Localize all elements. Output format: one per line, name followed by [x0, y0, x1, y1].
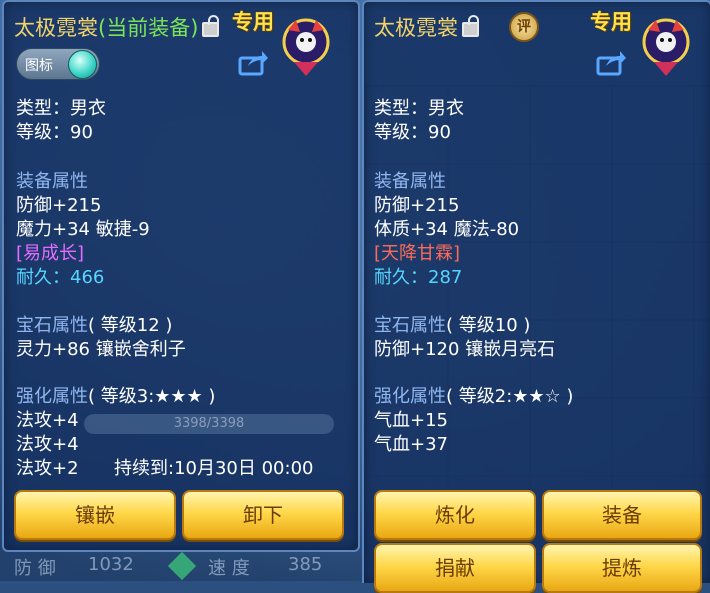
unequip-button[interactable]: 卸下: [182, 490, 344, 540]
rate-icon[interactable]: 评: [509, 12, 539, 42]
gem-attr: 防御+120 镶嵌月亮石: [374, 339, 556, 360]
share-icon[interactable]: [596, 50, 626, 76]
current-equipped-tag: (当前装备): [98, 16, 199, 40]
share-icon[interactable]: [238, 50, 268, 76]
item-title: 太极霓裳: [374, 12, 479, 42]
exclusive-badge: 专用: [232, 10, 274, 34]
defense-label: 防 御: [14, 558, 56, 579]
enh-header: 强化属性: [374, 386, 446, 407]
enh-level: ( 等级3:★★★ ): [88, 386, 216, 407]
refine-button[interactable]: 炼化: [374, 490, 536, 540]
attr-header: 装备属性: [374, 171, 446, 192]
enh-header: 强化属性: [16, 386, 88, 407]
special-effect: [易成长]: [16, 243, 85, 264]
attr-line-1: 防御+215: [374, 195, 460, 216]
enh-line-2: 气血+37: [374, 434, 448, 455]
defense-value: 1032: [88, 554, 134, 575]
gem-attr: 灵力+86 镶嵌舍利子: [16, 339, 186, 360]
inlay-button[interactable]: 镶嵌: [14, 490, 176, 540]
item-level: 等级：90: [16, 122, 93, 143]
toggle-knob: [68, 50, 97, 79]
character-avatar-icon: [282, 18, 330, 76]
exclusive-badge: 专用: [590, 10, 632, 34]
enh-expire: 持续到:10月30日 00:00: [114, 458, 314, 479]
item-type: 类型：男衣: [16, 98, 106, 119]
attr-line-2: 体质+34 魔法-80: [374, 219, 520, 240]
unlock-icon[interactable]: [462, 15, 479, 37]
durability-label: 耐久：: [16, 267, 70, 288]
enh-line-1: 气血+15: [374, 410, 448, 431]
speed-icon: [167, 551, 197, 581]
unlock-icon[interactable]: [202, 15, 220, 37]
enh-line-1: 法攻+4: [16, 410, 79, 431]
gem-level: ( 等级12 ): [88, 315, 173, 336]
speed-value: 385: [288, 554, 323, 575]
special-effect: [天降甘霖]: [374, 243, 461, 264]
extract-button[interactable]: 提炼: [542, 543, 702, 593]
equip-button[interactable]: 装备: [542, 490, 702, 540]
item-name: 太极霓裳: [14, 16, 98, 40]
durability: 耐久：287: [374, 267, 462, 289]
background-bar: 3398/3398: [84, 414, 334, 434]
background-bar-text: 3398/3398: [173, 416, 245, 431]
attr-line-2: 魔力+34 敏捷-9: [16, 219, 150, 240]
attr-header: 装备属性: [16, 171, 88, 192]
enh-row: 强化属性( 等级2:★★☆ ): [374, 386, 573, 408]
durability: 耐久：466: [16, 267, 104, 289]
item-name: 太极霓裳: [374, 16, 458, 40]
compare-equipment-panel: 太极霓裳 评 专用 类型：男衣 等级：90 装备属性 防御+215 体质+34 …: [362, 0, 710, 593]
item-title: 太极霓裳(当前装备): [14, 12, 220, 42]
gem-header: 宝石属性: [16, 315, 88, 336]
gem-level: ( 等级10 ): [446, 315, 531, 336]
icon-toggle[interactable]: 图标: [16, 48, 100, 80]
bottom-stats-strip: 防 御 1032 速 度 385: [0, 548, 358, 581]
durability-value: 466: [70, 267, 105, 288]
enh-row: 强化属性( 等级3:★★★ ): [16, 386, 215, 408]
gem-row: 宝石属性( 等级12 ): [16, 315, 172, 337]
current-equipment-panel: 太极霓裳(当前装备) 专用 图标 类型：男衣 等级：90 装备属性 防御+215…: [2, 0, 360, 552]
donate-button[interactable]: 捐献: [374, 543, 536, 593]
speed-label: 速 度: [208, 558, 250, 579]
character-avatar-icon: [642, 18, 690, 76]
enh-line-3: 法攻+2: [16, 458, 79, 479]
icon-toggle-label: 图标: [25, 58, 53, 74]
gem-header: 宝石属性: [374, 315, 446, 336]
attr-line-1: 防御+215: [16, 195, 102, 216]
enh-level: ( 等级2:★★☆ ): [446, 386, 574, 407]
item-type: 类型：男衣: [374, 98, 464, 119]
item-level: 等级：90: [374, 122, 451, 143]
durability-value: 287: [428, 267, 463, 288]
gem-row: 宝石属性( 等级10 ): [374, 315, 530, 337]
durability-label: 耐久：: [374, 267, 428, 288]
enh-line-2: 法攻+4: [16, 434, 79, 455]
